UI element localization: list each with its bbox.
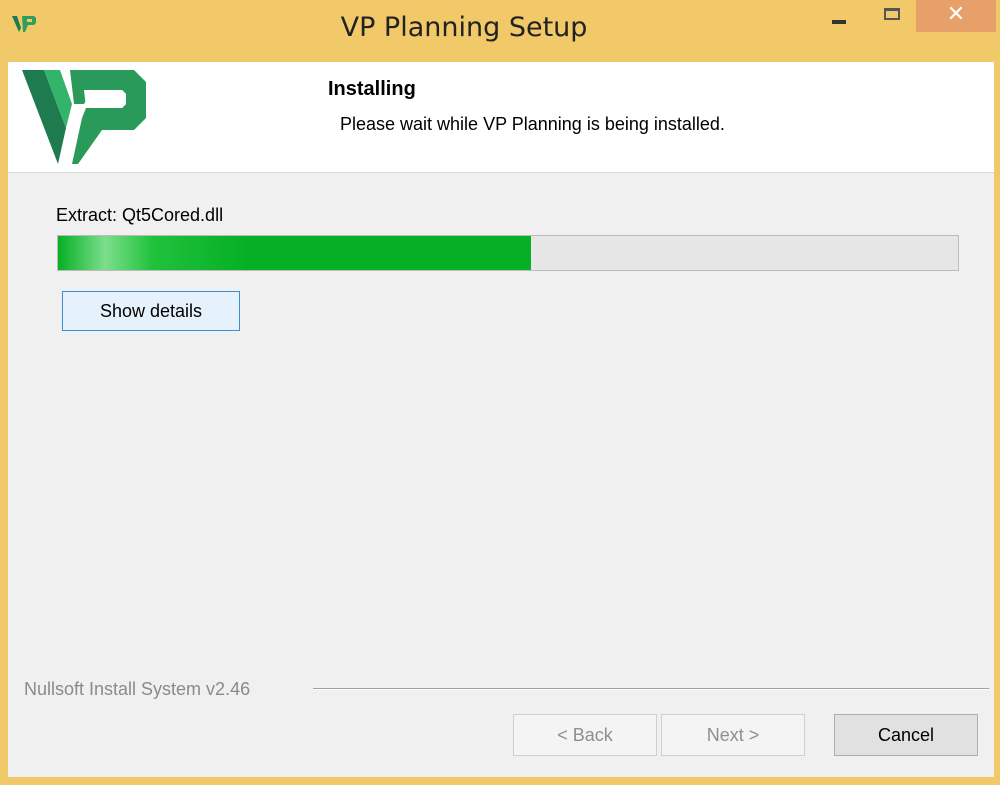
close-icon: ✕ xyxy=(946,2,966,27)
window-title: VP Planning Setup xyxy=(340,12,588,43)
footer-divider xyxy=(313,688,989,690)
page-title: Installing xyxy=(328,78,416,100)
title-bar[interactable]: VP Planning Setup ✕ xyxy=(0,0,1000,62)
cancel-button[interactable]: Cancel xyxy=(834,714,978,756)
page-header: Installing Please wait while VP Planning… xyxy=(8,62,994,173)
installer-window: VP Planning Setup ✕ Installing Please wa… xyxy=(0,0,1000,785)
page-subtitle: Please wait while VP Planning is being i… xyxy=(340,114,725,134)
install-progress-bar xyxy=(57,235,959,271)
maximize-button[interactable] xyxy=(872,0,912,32)
minimize-icon xyxy=(832,20,846,24)
close-button[interactable]: ✕ xyxy=(916,0,996,32)
minimize-button[interactable] xyxy=(818,0,858,32)
back-button[interactable]: < Back xyxy=(513,714,657,756)
vp-logo xyxy=(22,70,146,164)
installer-body: Installing Please wait while VP Planning… xyxy=(8,62,994,777)
progress-fill xyxy=(58,236,531,270)
show-details-button[interactable]: Show details xyxy=(62,291,240,331)
maximize-icon xyxy=(884,8,900,20)
next-button[interactable]: Next > xyxy=(661,714,805,756)
progress-status-text: Extract: Qt5Cored.dll xyxy=(56,205,224,225)
nsis-branding: Nullsoft Install System v2.46 xyxy=(24,679,251,699)
